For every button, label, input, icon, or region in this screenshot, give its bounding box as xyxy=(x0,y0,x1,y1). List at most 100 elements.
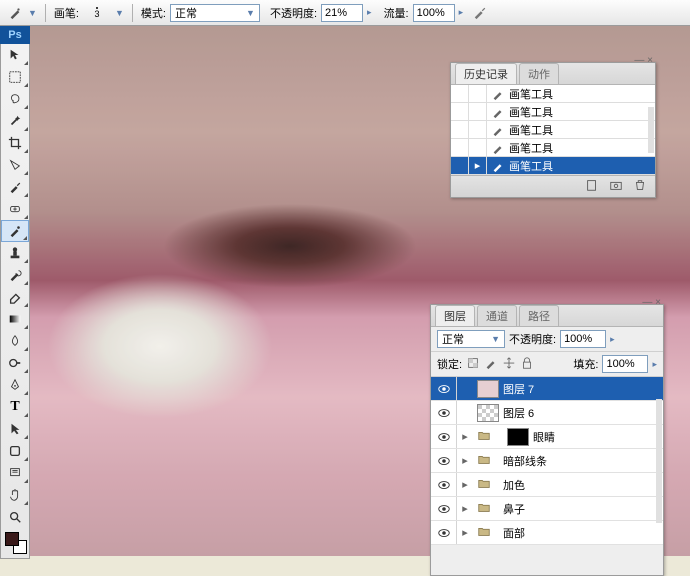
history-item[interactable]: 画笔工具 xyxy=(451,139,655,157)
fill-arrow-icon[interactable]: ▸ xyxy=(652,359,657,370)
layer-row[interactable]: ▸ 加色 xyxy=(431,473,663,497)
history-item-label: 画笔工具 xyxy=(509,86,553,102)
scrollbar[interactable] xyxy=(648,107,654,153)
pen-tool[interactable] xyxy=(1,374,29,396)
layer-row[interactable]: 图层 6 xyxy=(431,401,663,425)
brush-icon xyxy=(489,87,507,101)
notes-tool[interactable] xyxy=(1,462,29,484)
visibility-toggle[interactable] xyxy=(431,425,457,448)
history-item[interactable]: 画笔工具 xyxy=(451,121,655,139)
airbrush-icon[interactable] xyxy=(471,4,489,22)
move-tool[interactable] xyxy=(1,44,29,66)
brush-icon xyxy=(489,123,507,137)
history-tabs: 历史记录 动作 xyxy=(451,63,655,85)
layers-controls-row1: 正常▼ 不透明度: 100% ▸ xyxy=(431,327,663,352)
opacity-arrow-icon[interactable]: ▸ xyxy=(367,7,372,18)
tab-layers[interactable]: 图层 xyxy=(435,305,475,326)
history-state-marker-icon: ▸ xyxy=(469,157,487,174)
layer-opacity-input[interactable]: 100% xyxy=(560,330,606,348)
history-item[interactable]: 画笔工具 xyxy=(451,85,655,103)
history-item[interactable]: 画笔工具 xyxy=(451,103,655,121)
tab-paths[interactable]: 路径 xyxy=(519,305,559,326)
visibility-toggle[interactable] xyxy=(431,449,457,472)
folder-icon xyxy=(477,500,499,518)
expand-arrow-icon[interactable]: ▸ xyxy=(457,478,473,491)
tool-preset-icon[interactable] xyxy=(6,4,24,22)
marquee-tool[interactable] xyxy=(1,66,29,88)
tab-history[interactable]: 历史记录 xyxy=(455,63,517,84)
layer-row[interactable]: ▸ 暗部线条 xyxy=(431,449,663,473)
expand-arrow-icon[interactable]: ▸ xyxy=(457,454,473,467)
layers-panel: — × 图层 通道 路径 正常▼ 不透明度: 100% ▸ 锁定: 填充: 10… xyxy=(430,304,664,576)
lock-transparency-icon[interactable] xyxy=(466,356,480,373)
visibility-toggle[interactable] xyxy=(431,401,457,424)
new-snapshot-icon[interactable] xyxy=(609,178,623,195)
eraser-tool[interactable] xyxy=(1,286,29,308)
layer-name: 图层 7 xyxy=(503,381,534,397)
scrollbar[interactable] xyxy=(656,399,662,523)
path-select-tool[interactable] xyxy=(1,418,29,440)
brush-preset-picker[interactable]: 3 xyxy=(83,3,111,23)
layer-row[interactable]: ▸ 鼻子 xyxy=(431,497,663,521)
layer-fill-value: 100% xyxy=(606,358,634,370)
layer-row[interactable]: ▸ 面部 xyxy=(431,521,663,545)
dodge-tool[interactable] xyxy=(1,352,29,374)
history-item-label: 画笔工具 xyxy=(509,140,553,156)
visibility-toggle[interactable] xyxy=(431,521,457,544)
layer-blend-mode-value: 正常 xyxy=(442,331,464,347)
visibility-toggle[interactable] xyxy=(431,497,457,520)
brush-label: 画笔: xyxy=(54,5,79,21)
brush-tool[interactable] xyxy=(1,220,29,242)
visibility-toggle[interactable] xyxy=(431,377,457,400)
layer-blend-mode-select[interactable]: 正常▼ xyxy=(437,330,505,348)
history-item[interactable]: ▸画笔工具 xyxy=(451,157,655,175)
panel-minimize-icon[interactable]: — × xyxy=(642,297,661,308)
color-swatches[interactable] xyxy=(5,532,27,554)
visibility-toggle[interactable] xyxy=(431,473,457,496)
stamp-tool[interactable] xyxy=(1,242,29,264)
blend-mode-value: 正常 xyxy=(175,5,197,21)
layer-row[interactable]: 图层 7 xyxy=(431,377,663,401)
eyedropper-tool[interactable] xyxy=(1,176,29,198)
flow-input[interactable]: 100% xyxy=(413,4,455,22)
zoom-tool[interactable] xyxy=(1,506,29,528)
chevron-down-icon: ▼ xyxy=(246,8,255,18)
lock-pixels-icon[interactable] xyxy=(484,356,498,373)
type-tool[interactable]: T xyxy=(1,396,29,418)
tool-preset-arrow-icon[interactable]: ▼ xyxy=(28,8,37,18)
opacity-input[interactable]: 21% xyxy=(321,4,363,22)
expand-arrow-icon[interactable]: ▸ xyxy=(457,502,473,515)
slice-tool[interactable] xyxy=(1,154,29,176)
layer-row[interactable]: ▸ 眼睛 xyxy=(431,425,663,449)
tab-actions[interactable]: 动作 xyxy=(519,63,559,84)
brush-picker-arrow-icon[interactable]: ▼ xyxy=(115,8,124,18)
lock-position-icon[interactable] xyxy=(502,356,516,373)
folder-icon xyxy=(477,452,499,470)
new-document-from-state-icon[interactable] xyxy=(585,178,599,195)
layer-fill-input[interactable]: 100% xyxy=(602,355,648,373)
expand-arrow-icon[interactable]: ▸ xyxy=(457,526,473,539)
blend-mode-select[interactable]: 正常 ▼ xyxy=(170,4,260,22)
gradient-tool[interactable] xyxy=(1,308,29,330)
magic-wand-tool[interactable] xyxy=(1,110,29,132)
opacity-value: 21% xyxy=(325,7,347,19)
flow-value: 100% xyxy=(417,7,445,19)
lock-all-icon[interactable] xyxy=(520,356,534,373)
tab-channels[interactable]: 通道 xyxy=(477,305,517,326)
opacity-arrow-icon[interactable]: ▸ xyxy=(610,334,615,345)
healing-brush-tool[interactable] xyxy=(1,198,29,220)
folder-icon xyxy=(477,476,499,494)
panel-minimize-icon[interactable]: — × xyxy=(634,55,653,66)
shape-tool[interactable] xyxy=(1,440,29,462)
blur-tool[interactable] xyxy=(1,330,29,352)
lasso-tool[interactable] xyxy=(1,88,29,110)
history-item-label: 画笔工具 xyxy=(509,104,553,120)
brush-icon xyxy=(489,141,507,155)
expand-arrow-icon[interactable]: ▸ xyxy=(457,430,473,443)
delete-state-icon[interactable] xyxy=(633,178,647,195)
flow-arrow-icon[interactable]: ▸ xyxy=(459,7,464,18)
toolbox: T xyxy=(0,44,30,559)
hand-tool[interactable] xyxy=(1,484,29,506)
history-brush-tool[interactable] xyxy=(1,264,29,286)
crop-tool[interactable] xyxy=(1,132,29,154)
